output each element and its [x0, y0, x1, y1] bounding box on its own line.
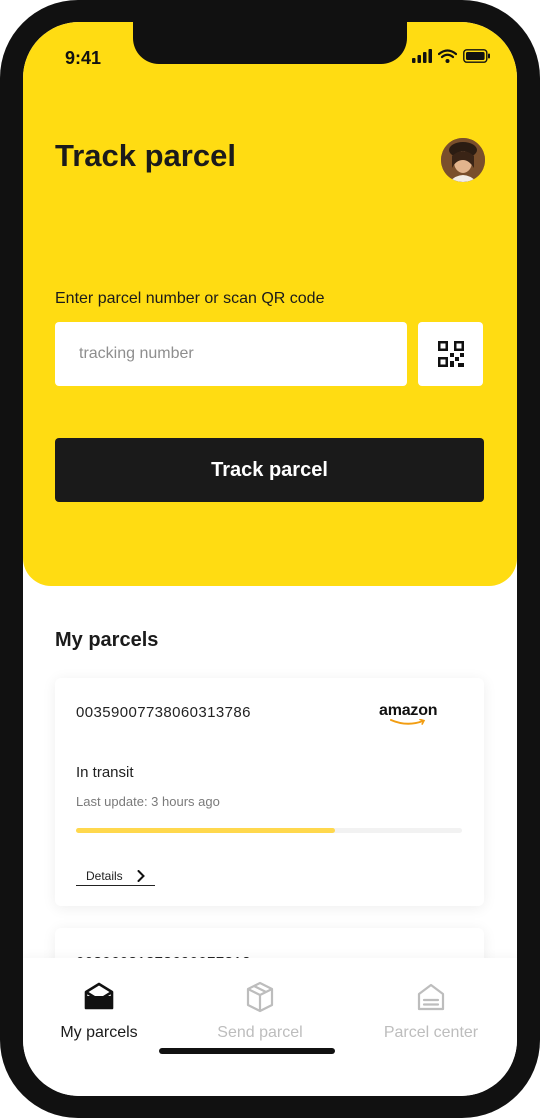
parcel-last-update: Last update: 3 hours ago	[76, 794, 220, 809]
parcel-center-icon	[351, 980, 511, 1014]
status-icons	[412, 49, 491, 63]
scan-qr-button[interactable]	[418, 322, 483, 386]
parcel-tracking-number: 00359007738060313786	[76, 704, 251, 721]
bottom-navigation: My parcels Send parcel Parcel center	[23, 958, 517, 1096]
status-time: 9:41	[65, 48, 102, 68]
delivery-progress-fill	[76, 828, 335, 833]
home-indicator	[159, 1048, 335, 1054]
my-parcels-heading: My parcels	[55, 629, 159, 651]
details-link[interactable]: Details	[76, 866, 155, 886]
nav-label: My parcels	[60, 1024, 138, 1041]
mail-box-icon	[23, 980, 179, 1014]
tracking-number-input[interactable]	[55, 322, 407, 386]
qr-code-icon	[437, 341, 464, 367]
wifi-icon	[438, 49, 457, 63]
battery-icon	[463, 49, 490, 63]
chevron-right-icon	[137, 869, 145, 882]
nav-parcel-center[interactable]: Parcel center	[351, 980, 511, 1042]
phone-frame: 9:41 Track parcel Enter parcel number or…	[0, 0, 540, 1118]
nav-my-parcels[interactable]: My parcels	[23, 980, 179, 1042]
carrier-name: amazon	[379, 702, 438, 719]
user-avatar[interactable]	[441, 138, 485, 182]
parcel-card[interactable]: 00359007738060313786 amazon In transit L…	[55, 678, 484, 906]
track-header: 9:41 Track parcel Enter parcel number or…	[23, 22, 517, 586]
page-title: Track parcel	[55, 138, 236, 173]
carrier-logo: amazon	[379, 702, 438, 727]
parcel-status: In transit	[76, 764, 134, 781]
amazon-smile-icon	[390, 719, 426, 725]
package-icon	[180, 980, 340, 1014]
nav-label: Parcel center	[383, 1024, 479, 1041]
signal-icon	[412, 49, 432, 63]
app-screen: 9:41 Track parcel Enter parcel number or…	[23, 22, 517, 1096]
tracking-field-label: Enter parcel number or scan QR code	[55, 290, 325, 307]
nav-label: Send parcel	[217, 1024, 303, 1041]
nav-send-parcel[interactable]: Send parcel	[180, 980, 340, 1042]
avatar-icon	[441, 138, 485, 182]
delivery-progress-bar	[76, 828, 462, 833]
details-label: Details	[86, 868, 123, 883]
track-parcel-button[interactable]: Track parcel	[55, 438, 484, 502]
device-notch	[133, 22, 407, 64]
